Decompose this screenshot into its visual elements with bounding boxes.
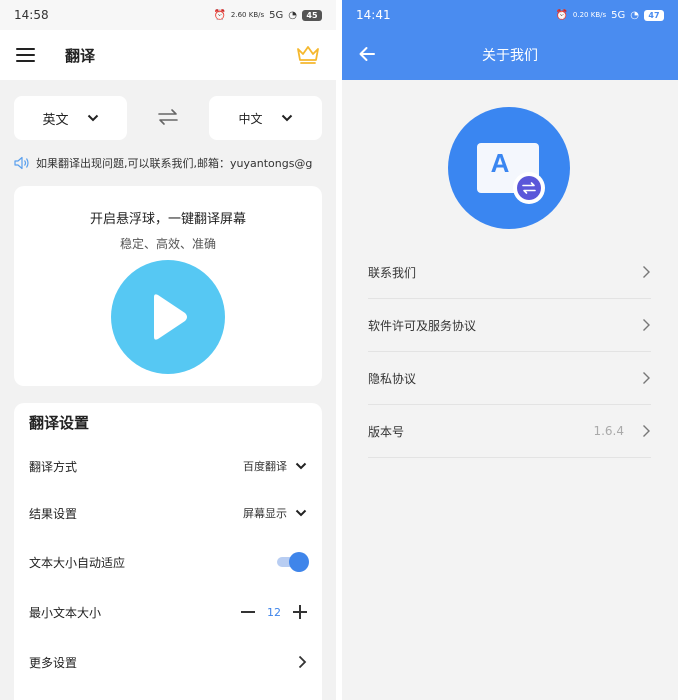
swap-badge-icon [513,172,545,204]
result-setting-value: 屏幕显示 [243,507,287,520]
privacy-policy-row[interactable]: 隐私协议 [368,352,651,405]
chevron-down-icon [295,462,307,470]
notice-bar: 如果翻译出现问题,可以联系我们,邮箱：yuyantongs@g [14,154,336,172]
result-setting-row[interactable]: 结果设置 屏幕显示 [29,501,307,525]
about-header: 关于我们 [342,30,678,80]
notice-text: 如果翻译出现问题,可以联系我们,邮箱：yuyantongs@g [36,157,313,170]
swap-languages-icon[interactable] [157,108,179,126]
target-language-label: 中文 [238,111,263,126]
signal-label: 5G [611,9,626,21]
app-header: 翻译 [0,30,336,80]
source-language-select[interactable]: 英文 [14,96,127,140]
version-value: 1.6.4 [593,424,624,438]
settings-title: 翻译设置 [29,414,90,432]
status-bar: 14:58 ⏰ 2.60 KB/s 5G ◔ 45 [0,0,336,30]
floating-ball-card: 开启悬浮球，一键翻译屏幕 稳定、高效、准确 [14,186,322,386]
version-row[interactable]: 版本号 1.6.4 [368,405,651,458]
status-icons: ⏰ 0.20 KB/s 5G ◔ 47 [555,9,664,21]
version-label: 版本号 [368,424,405,439]
chevron-right-icon [298,655,307,669]
translation-settings-card: 翻译设置 翻译方式 百度翻译 结果设置 屏幕显示 文本大小自动适应 最小文本大小 [14,403,322,700]
play-icon [154,294,187,340]
chevron-right-icon [643,266,650,278]
more-settings-label: 更多设置 [29,655,78,670]
min-text-size-label: 最小文本大小 [29,605,102,620]
alarm-icon: ⏰ [555,9,568,21]
chevron-down-icon [87,114,98,122]
network-speed: 0.20 KB/s [572,11,607,19]
back-arrow-icon[interactable] [358,45,376,63]
chevron-right-icon [643,425,650,437]
target-language-select[interactable]: 中文 [209,96,322,140]
status-icons: ⏰ 2.60 KB/s 5G ◔ 45 [213,9,322,21]
wifi-icon: ◔ [288,9,297,21]
privacy-policy-label: 隐私协议 [368,371,417,386]
chevron-right-icon [643,372,650,384]
translation-mode-row[interactable]: 翻译方式 百度翻译 [29,454,307,478]
app-logo: A [448,107,570,229]
source-language-label: 英文 [42,112,69,128]
battery-icon: 47 [644,9,664,21]
increase-button[interactable] [293,605,307,619]
translation-mode-label: 翻译方式 [29,459,78,474]
crown-icon[interactable] [296,45,320,65]
contact-us-label: 联系我们 [368,265,417,280]
translation-mode-value: 百度翻译 [243,460,287,473]
floating-ball-title: 开启悬浮球，一键翻译屏幕 [89,212,246,227]
decrease-button[interactable] [241,605,255,619]
license-agreement-row[interactable]: 软件许可及服务协议 [368,299,651,352]
chevron-down-icon [295,509,307,517]
status-time: 14:58 [14,8,49,22]
about-screen: 14:41 ⏰ 0.20 KB/s 5G ◔ 47 关于我们 A 联系我们 软件… [342,0,678,700]
chevron-right-icon [643,319,650,331]
start-floating-ball-button[interactable] [111,260,225,374]
network-speed: 2.60 KB/s [230,11,265,19]
min-text-size-value: 12 [267,605,281,619]
floating-ball-subtitle: 稳定、高效、准确 [119,237,216,251]
auto-text-size-label: 文本大小自动适应 [29,555,126,570]
auto-text-size-toggle[interactable] [277,552,309,572]
license-agreement-label: 软件许可及服务协议 [368,318,477,333]
page-title: 关于我们 [482,48,538,64]
signal-label: 5G [269,9,284,21]
page-title: 翻译 [65,46,96,65]
status-bar: 14:41 ⏰ 0.20 KB/s 5G ◔ 47 [342,0,678,30]
auto-text-size-row: 文本大小自动适应 [29,550,309,574]
speaker-icon [14,156,29,170]
min-text-size-stepper: 12 [241,605,307,619]
menu-icon[interactable] [16,48,35,62]
more-settings-row[interactable]: 更多设置 [29,650,307,674]
translate-screen: 14:58 ⏰ 2.60 KB/s 5G ◔ 45 翻译 英文 中文 如果翻译出… [0,0,336,700]
chevron-down-icon [281,114,292,122]
battery-icon: 45 [302,9,322,21]
wifi-icon: ◔ [630,9,639,21]
logo-letter: A [490,148,510,178]
alarm-icon: ⏰ [213,9,226,21]
contact-us-row[interactable]: 联系我们 [368,246,651,299]
result-setting-label: 结果设置 [29,506,78,521]
min-text-size-row: 最小文本大小 12 [29,600,307,624]
status-time: 14:41 [356,8,391,22]
